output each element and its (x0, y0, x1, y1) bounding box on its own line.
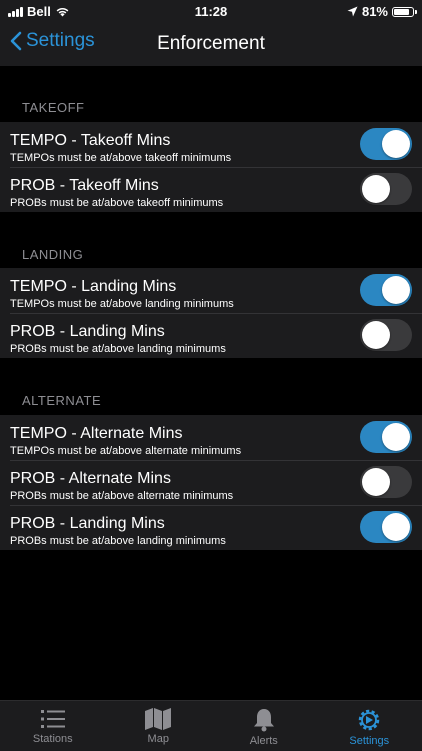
status-right: 81% (347, 4, 414, 19)
list-item: TEMPO - Alternate Mins TEMPOs must be at… (0, 415, 422, 460)
location-arrow-icon (347, 6, 358, 17)
row-subtitle: TEMPOs must be at/above alternate minimu… (10, 445, 241, 457)
tab-map[interactable]: Map (106, 701, 212, 751)
group-landing: TEMPO - Landing Mins TEMPOs must be at/a… (0, 268, 422, 358)
battery-icon (392, 7, 414, 17)
toggle-switch[interactable] (360, 128, 412, 160)
row-title: TEMPO - Landing Mins (10, 278, 176, 296)
toggle-switch[interactable] (360, 466, 412, 498)
row-subtitle: TEMPOs must be at/above landing minimums (10, 298, 234, 310)
group-alternate: TEMPO - Alternate Mins TEMPOs must be at… (0, 415, 422, 550)
list-item: TEMPO - Takeoff Mins TEMPOs must be at/a… (0, 122, 422, 167)
row-title: PROB - Landing Mins (10, 323, 165, 341)
list-item: PROB - Alternate Mins PROBs must be at/a… (0, 460, 422, 505)
section-header-landing: LANDING (22, 247, 83, 262)
toggle-switch[interactable] (360, 511, 412, 543)
tab-label: Stations (33, 733, 73, 745)
navigation-bar: Settings Enforcement (0, 22, 422, 66)
tab-bar: Stations Map Alerts Settings (0, 700, 422, 751)
map-icon (144, 707, 172, 731)
gear-icon (356, 707, 382, 733)
row-subtitle: TEMPOs must be at/above takeoff minimums (10, 152, 231, 164)
row-title: PROB - Alternate Mins (10, 470, 171, 488)
tab-settings[interactable]: Settings (317, 701, 422, 751)
list-item: PROB - Landing Mins PROBs must be at/abo… (0, 313, 422, 358)
bell-icon (251, 707, 277, 733)
row-subtitle: PROBs must be at/above landing minimums (10, 343, 226, 355)
tab-stations[interactable]: Stations (0, 701, 106, 751)
toggle-switch[interactable] (360, 421, 412, 453)
row-title: PROB - Landing Mins (10, 515, 165, 533)
list-item: PROB - Takeoff Mins PROBs must be at/abo… (0, 167, 422, 212)
row-title: TEMPO - Takeoff Mins (10, 132, 170, 150)
page-title: Enforcement (0, 33, 422, 55)
toggle-switch[interactable] (360, 319, 412, 351)
tab-label: Alerts (250, 735, 278, 747)
row-subtitle: PROBs must be at/above takeoff minimums (10, 197, 223, 209)
row-title: PROB - Takeoff Mins (10, 177, 159, 195)
group-takeoff: TEMPO - Takeoff Mins TEMPOs must be at/a… (0, 122, 422, 212)
toggle-switch[interactable] (360, 274, 412, 306)
row-subtitle: PROBs must be at/above alternate minimum… (10, 490, 233, 502)
tab-label: Settings (349, 735, 389, 747)
tab-label: Map (148, 733, 169, 745)
list-item: PROB - Landing Mins PROBs must be at/abo… (0, 505, 422, 550)
row-subtitle: PROBs must be at/above landing minimums (10, 535, 226, 547)
battery-percent: 81% (362, 4, 388, 19)
toggle-switch[interactable] (360, 173, 412, 205)
status-bar: Bell 11:28 81% (0, 0, 422, 22)
list-item: TEMPO - Landing Mins TEMPOs must be at/a… (0, 268, 422, 313)
row-title: TEMPO - Alternate Mins (10, 425, 183, 443)
section-header-alternate: ALTERNATE (22, 393, 101, 408)
tab-alerts[interactable]: Alerts (211, 701, 317, 751)
section-header-takeoff: TAKEOFF (22, 100, 84, 115)
list-icon (40, 707, 66, 731)
